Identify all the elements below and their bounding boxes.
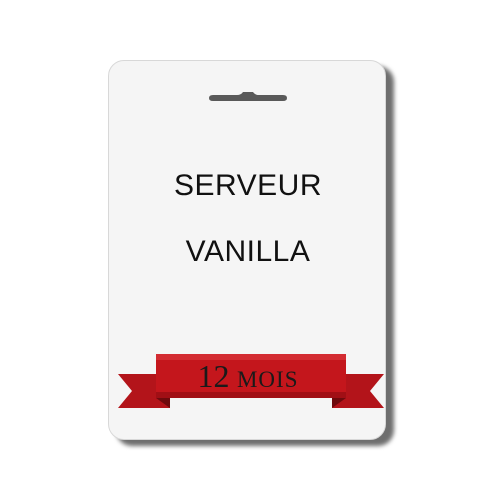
product-image: SERVEUR VANILLA 12 MOIS [0, 0, 500, 500]
duration-unit: MOIS [236, 367, 299, 392]
hang-slot-icon [209, 92, 287, 101]
duration-number: 12 [197, 358, 230, 394]
card-title-line1: SERVEUR [174, 169, 322, 202]
ribbon-label: 12 MOIS [160, 356, 336, 396]
card-title-line2: VANILLA [185, 235, 311, 268]
